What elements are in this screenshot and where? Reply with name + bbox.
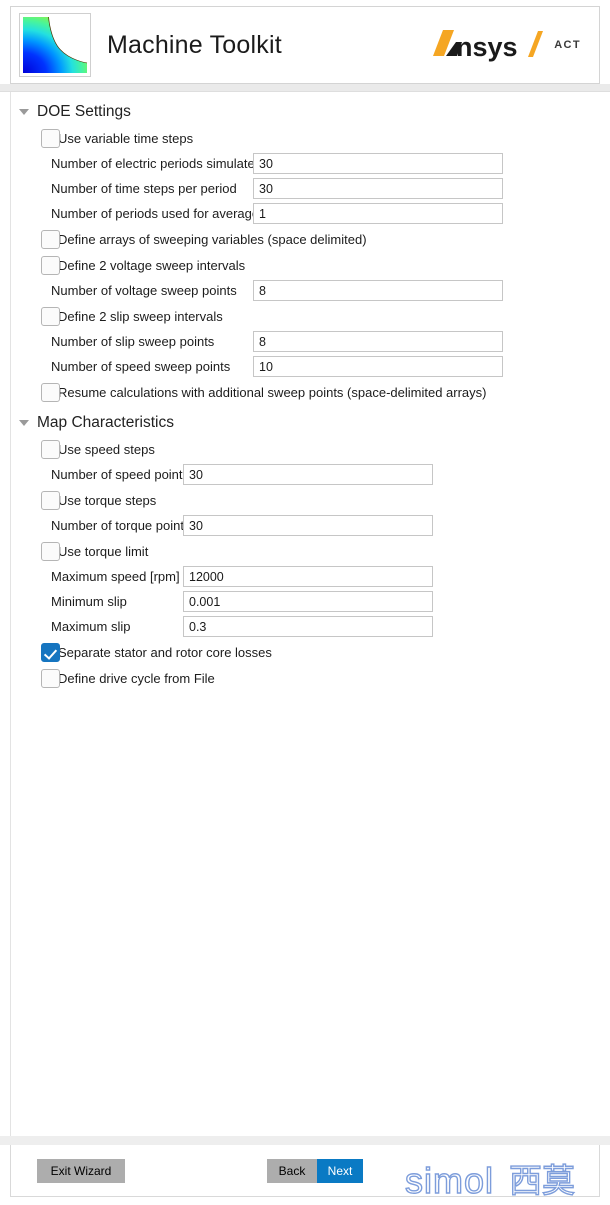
- row-define-drive-cycle-from-file: Define drive cycle from File: [41, 665, 608, 691]
- app-header: Machine Toolkit nsys ACT: [10, 6, 600, 84]
- input-number-of-torque-points[interactable]: [183, 515, 433, 536]
- label-number-of-slip-sweep-points: Number of slip sweep points: [51, 334, 215, 349]
- row-number-of-speed-points: Number of speed points: [41, 462, 608, 487]
- label-use-torque-steps: Use torque steps: [58, 492, 157, 508]
- input-number-of-electric-periods-simulated[interactable]: [253, 153, 503, 174]
- input-number-of-time-steps-per-period[interactable]: [253, 178, 503, 199]
- row-number-of-torque-points: Number of torque points: [41, 513, 608, 538]
- row-number-of-slip-sweep-points: Number of slip sweep points: [41, 329, 608, 354]
- checkbox-define-2-slip-sweep-intervals[interactable]: [41, 306, 60, 326]
- row-number-of-time-steps-per-period: Number of time steps per period: [41, 176, 608, 201]
- input-number-of-periods-used-for-average[interactable]: [253, 203, 503, 224]
- map-characteristics-rows: Use speed steps Number of speed points U…: [11, 436, 608, 691]
- triangle-down-icon[interactable]: [19, 420, 29, 426]
- label-maximum-slip: Maximum slip: [51, 619, 131, 634]
- row-number-of-speed-sweep-points: Number of speed sweep points: [41, 354, 608, 379]
- label-number-of-electric-periods-simulated: Number of electric periods simulated: [51, 156, 262, 171]
- label-separate-stator-and-rotor-core-losses: Separate stator and rotor core losses: [58, 644, 272, 660]
- checkbox-define-drive-cycle-from-file[interactable]: [41, 668, 60, 688]
- row-maximum-speed-rpm: Maximum speed [rpm]: [41, 564, 608, 589]
- row-number-of-voltage-sweep-points: Number of voltage sweep points: [41, 278, 608, 303]
- ansys-brand-logo: nsys ACT: [429, 28, 581, 62]
- act-label: ACT: [554, 38, 581, 51]
- label-number-of-voltage-sweep-points: Number of voltage sweep points: [51, 283, 237, 298]
- section-header-map-characteristics[interactable]: Map Characteristics: [11, 411, 608, 436]
- input-minimum-slip[interactable]: [183, 591, 433, 612]
- row-minimum-slip: Minimum slip: [41, 589, 608, 614]
- row-define-2-slip-sweep-intervals: Define 2 slip sweep intervals: [41, 303, 608, 329]
- label-number-of-periods-used-for-average: Number of periods used for average: [51, 206, 260, 221]
- checkbox-define-arrays-of-sweeping-variables[interactable]: [41, 229, 60, 249]
- label-minimum-slip: Minimum slip: [51, 594, 127, 609]
- checkbox-resume-calculations-with-additional-sweep-points[interactable]: [41, 382, 60, 402]
- row-use-torque-steps: Use torque steps: [41, 487, 608, 513]
- input-number-of-speed-points[interactable]: [183, 464, 433, 485]
- input-number-of-speed-sweep-points[interactable]: [253, 356, 503, 377]
- footer-region: Exit Wizard Back Next simol 西莫: [0, 1145, 610, 1205]
- footer-divider: [0, 1136, 610, 1145]
- row-use-speed-steps: Use speed steps: [41, 436, 608, 462]
- label-use-variable-time-steps: Use variable time steps: [58, 130, 194, 146]
- input-number-of-slip-sweep-points[interactable]: [253, 331, 503, 352]
- label-use-speed-steps: Use speed steps: [58, 441, 155, 457]
- row-maximum-slip: Maximum slip: [41, 614, 608, 639]
- label-number-of-torque-points: Number of torque points: [51, 518, 191, 533]
- section-header-doe-settings[interactable]: DOE Settings: [11, 100, 608, 125]
- checkbox-use-torque-limit[interactable]: [41, 541, 60, 561]
- section-title-map-characteristics: Map Characteristics: [37, 414, 174, 431]
- back-button[interactable]: Back: [267, 1158, 317, 1183]
- page-title: Machine Toolkit: [107, 30, 282, 59]
- wizard-nav-group: Back Next: [267, 1158, 363, 1183]
- machine-toolkit-wizard: Machine Toolkit nsys ACT DOE Settings Us…: [0, 0, 610, 1205]
- label-maximum-speed-rpm: Maximum speed [rpm]: [51, 569, 180, 584]
- exit-wizard-button[interactable]: Exit Wizard: [37, 1158, 125, 1183]
- label-define-2-voltage-sweep-intervals: Define 2 voltage sweep intervals: [58, 257, 246, 273]
- section-title-doe-settings: DOE Settings: [37, 103, 131, 120]
- checkbox-separate-stator-and-rotor-core-losses[interactable]: [41, 642, 60, 662]
- section-map-characteristics: Map Characteristics Use speed steps Numb…: [11, 411, 608, 691]
- row-number-of-periods-used-for-average: Number of periods used for average: [41, 201, 608, 226]
- row-use-variable-time-steps: Use variable time steps: [41, 125, 608, 151]
- doe-settings-rows: Use variable time steps Number of electr…: [11, 125, 608, 405]
- svg-text:西莫: 西莫: [509, 1161, 575, 1200]
- triangle-down-icon[interactable]: [19, 109, 29, 115]
- checkbox-use-speed-steps[interactable]: [41, 439, 60, 459]
- row-use-torque-limit: Use torque limit: [41, 538, 608, 564]
- label-define-drive-cycle-from-file: Define drive cycle from File: [58, 670, 215, 686]
- input-maximum-speed-rpm[interactable]: [183, 566, 433, 587]
- input-number-of-voltage-sweep-points[interactable]: [253, 280, 503, 301]
- ansys-wordmark-icon: nsys: [433, 30, 544, 62]
- label-number-of-speed-points: Number of speed points: [51, 467, 190, 482]
- row-define-2-voltage-sweep-intervals: Define 2 voltage sweep intervals: [41, 252, 608, 278]
- simol-watermark-icon: simol 西莫: [404, 1159, 575, 1201]
- header-divider: [0, 84, 610, 92]
- label-define-arrays-of-sweeping-variables: Define arrays of sweeping variables (spa…: [58, 231, 367, 247]
- section-doe-settings: DOE Settings Use variable time steps Num…: [11, 100, 608, 405]
- label-number-of-time-steps-per-period: Number of time steps per period: [51, 181, 237, 196]
- row-separate-stator-and-rotor-core-losses: Separate stator and rotor core losses: [41, 639, 608, 665]
- row-define-arrays-of-sweeping-variables: Define arrays of sweeping variables (spa…: [41, 226, 608, 252]
- input-maximum-slip[interactable]: [183, 616, 433, 637]
- next-button[interactable]: Next: [317, 1158, 363, 1183]
- row-resume-calculations-with-additional-sweep-points: Resume calculations with additional swee…: [41, 379, 608, 405]
- wizard-button-bar: Exit Wizard Back Next simol 西莫: [10, 1145, 600, 1202]
- contour-plot-icon: [19, 13, 91, 77]
- label-number-of-speed-sweep-points: Number of speed sweep points: [51, 359, 231, 374]
- checkbox-define-2-voltage-sweep-intervals[interactable]: [41, 255, 60, 275]
- checkbox-use-torque-steps[interactable]: [41, 490, 60, 510]
- header-region: Machine Toolkit nsys ACT: [0, 0, 610, 84]
- checkbox-use-variable-time-steps[interactable]: [41, 128, 60, 148]
- label-resume-calculations-with-additional-sweep-points: Resume calculations with additional swee…: [58, 384, 487, 400]
- label-use-torque-limit: Use torque limit: [58, 543, 149, 559]
- settings-panel: DOE Settings Use variable time steps Num…: [10, 92, 609, 1136]
- svg-text:simol: simol: [405, 1160, 494, 1201]
- simol-watermark: simol 西莫: [403, 1157, 593, 1203]
- row-number-of-electric-periods-simulated: Number of electric periods simulated: [41, 151, 608, 176]
- svg-text:nsys: nsys: [456, 32, 518, 62]
- label-define-2-slip-sweep-intervals: Define 2 slip sweep intervals: [58, 308, 223, 324]
